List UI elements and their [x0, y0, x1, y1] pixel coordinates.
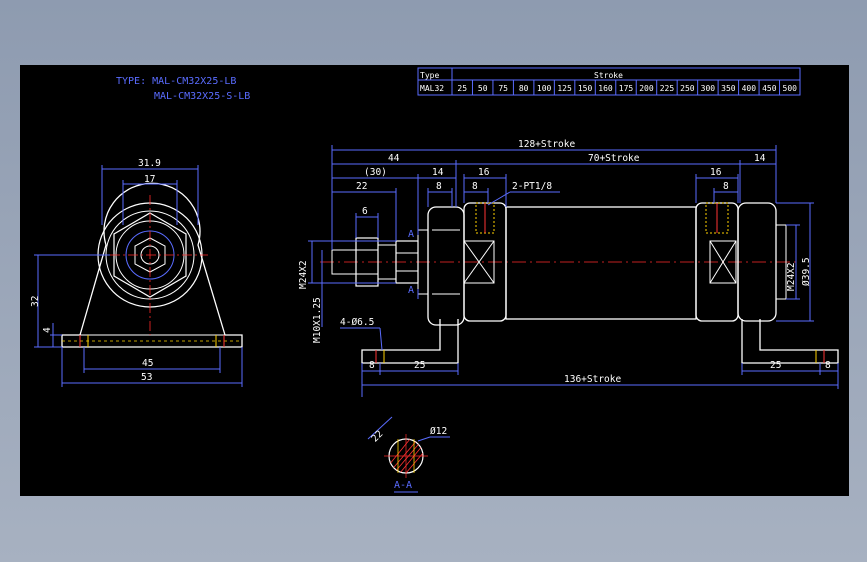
table-stroke-value: 80	[519, 84, 529, 93]
section-label: A-A	[394, 480, 412, 491]
cad-drawing: TYPE: MAL-CM32X25-LB MAL-CM32X25-S-LB Ty…	[30, 67, 839, 493]
stroke-table: Type Stroke MAL32 25 50 75 80 100 125 150 160 17…	[417, 67, 801, 96]
table-stroke-value: 500	[783, 84, 798, 93]
dim-8c: 8	[723, 181, 729, 192]
section-flat-dim: 22	[370, 429, 386, 445]
dim-8b: 8	[472, 181, 478, 192]
table-header-stroke: Stroke	[594, 71, 623, 80]
dim-22: 22	[356, 181, 367, 192]
dim-front-top: 31.9	[138, 158, 161, 169]
table-stroke-value: 200	[639, 84, 654, 93]
dim-front-inner: 17	[144, 174, 155, 185]
dim-right-14: 14	[754, 153, 766, 164]
dim-thread-rod: M10X1.25	[312, 297, 323, 343]
table-stroke-value: 400	[742, 84, 757, 93]
section-a-bottom: A	[408, 285, 414, 296]
dim-8a: 8	[436, 181, 442, 192]
dim-front-hole-pitch: 45	[142, 358, 153, 369]
dim-thread-left: M24X2	[298, 260, 309, 289]
dim-30: (30)	[364, 167, 387, 178]
table-stroke-value: 450	[762, 84, 777, 93]
dim-25-bl: 25	[414, 360, 425, 371]
section-dia-dim: Ø12	[430, 426, 447, 437]
table-stroke-value: 225	[660, 84, 675, 93]
dim-base-len: 136+Stroke	[564, 374, 621, 385]
section-view: 22 Ø12 A-A	[367, 416, 450, 493]
dim-left-44: 44	[388, 153, 400, 164]
dim-6: 6	[362, 206, 368, 217]
type-line-2: MAL-CM32X25-S-LB	[154, 91, 250, 102]
type-line-1: TYPE: MAL-CM32X25-LB	[116, 76, 236, 87]
dim-16b: 16	[710, 167, 722, 178]
section-a-top: A	[408, 229, 414, 240]
dim-dia-right: Ø39.5	[801, 257, 812, 286]
table-model: MAL32	[420, 84, 444, 93]
side-view: 128+Stroke 44 70+Stroke 14 (30) 14 16 22…	[298, 139, 839, 397]
dim-front-height: 32	[30, 296, 41, 307]
dim-8-br: 8	[825, 360, 831, 371]
table-stroke-value: 75	[498, 84, 508, 93]
dim-8-bl: 8	[369, 360, 375, 371]
dim-port: 2-PT1/8	[512, 181, 552, 192]
dim-front-width: 53	[141, 372, 152, 383]
dim-thread-right: M24X2	[786, 262, 797, 291]
cad-drawing-canvas: TYPE: MAL-CM32X25-LB MAL-CM32X25-S-LB Ty…	[20, 65, 849, 496]
table-header-type: Type	[420, 71, 439, 80]
dim-16a: 16	[478, 167, 490, 178]
dim-front-base-t: 4	[42, 327, 53, 333]
table-stroke-value: 175	[619, 84, 634, 93]
table-stroke-value: 160	[598, 84, 613, 93]
table-stroke-value: 250	[680, 84, 695, 93]
stroke-cells: 25 50 75 80 100 125 150 160 175 200 225 250 300 350 40…	[457, 80, 797, 95]
table-stroke-value: 150	[578, 84, 593, 93]
dim-overall: 128+Stroke	[518, 139, 575, 150]
table-stroke-value: 125	[557, 84, 572, 93]
dim-holes: 4-Ø6.5	[340, 317, 374, 328]
table-stroke-value: 350	[721, 84, 736, 93]
table-stroke-value: 100	[537, 84, 552, 93]
dim-25-br: 25	[770, 360, 781, 371]
dim-body: 70+Stroke	[588, 153, 640, 164]
table-stroke-value: 25	[457, 84, 467, 93]
table-stroke-value: 50	[478, 84, 488, 93]
dim-14: 14	[432, 167, 444, 178]
table-stroke-value: 300	[701, 84, 716, 93]
front-view: 31.9 17 32 4 45 53	[30, 158, 243, 387]
